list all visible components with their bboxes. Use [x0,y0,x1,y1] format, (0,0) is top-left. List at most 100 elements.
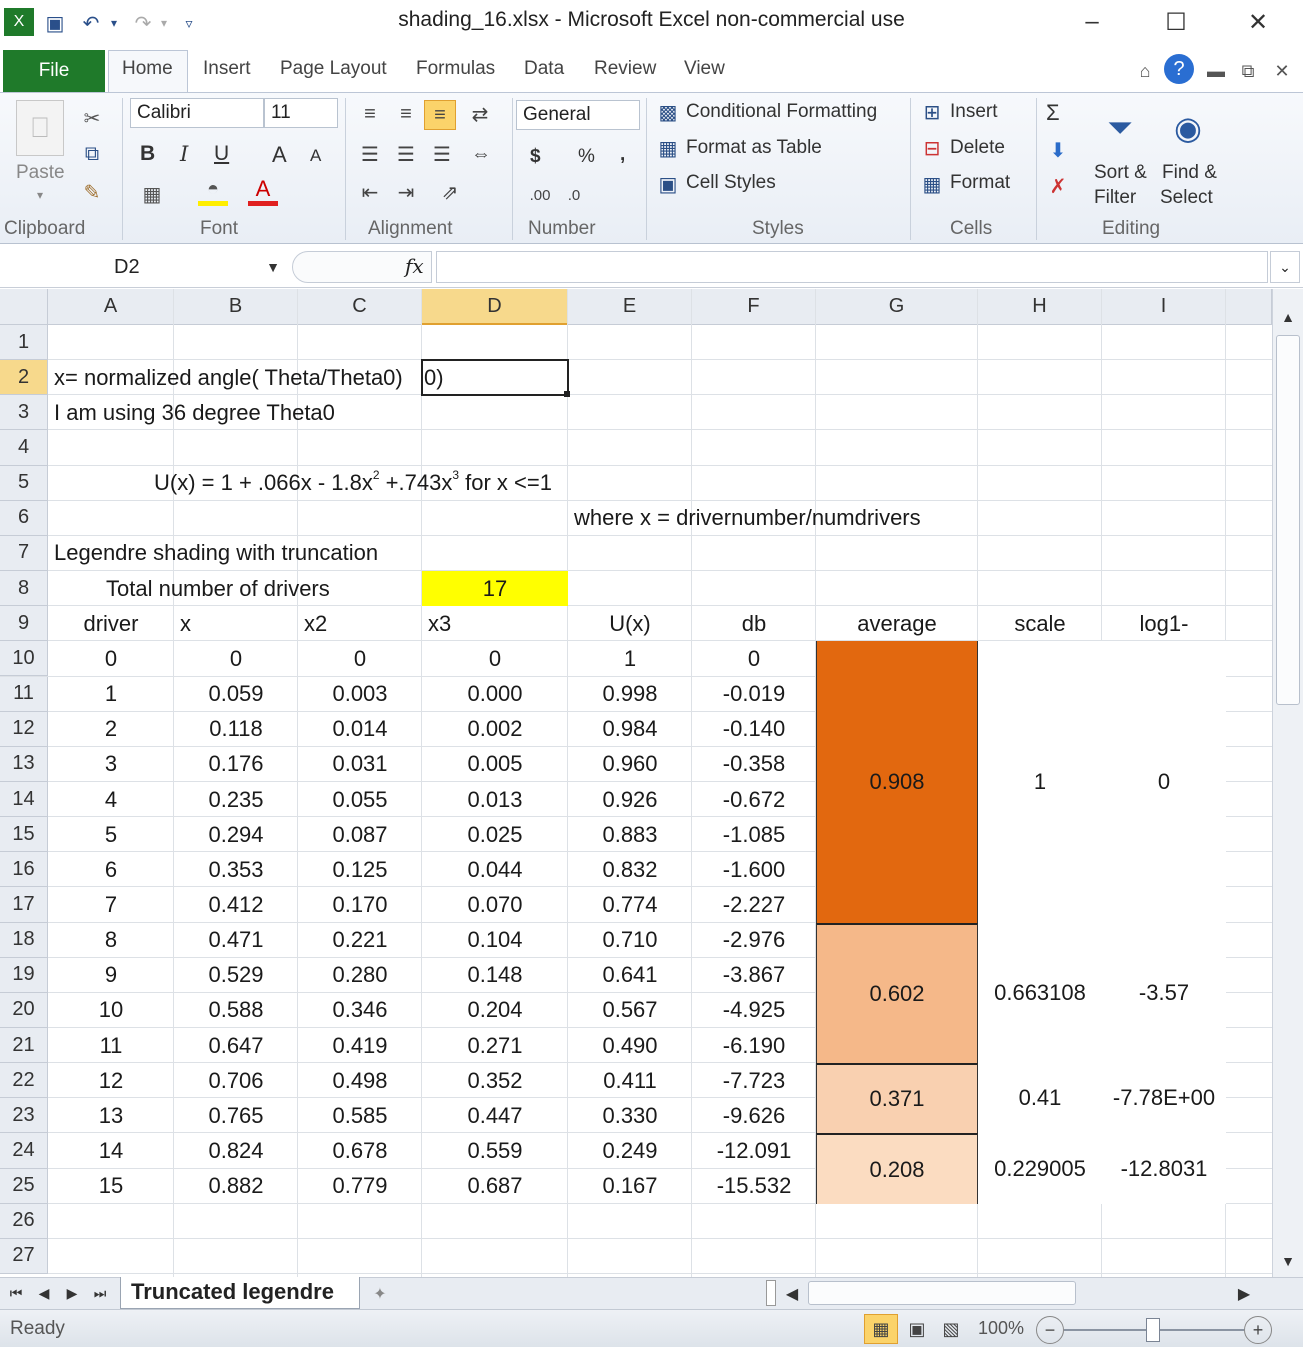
table-cell[interactable]: 0.641 [568,958,692,993]
table-cell[interactable]: 0.249 [568,1133,692,1168]
table-cell[interactable]: 0.125 [298,852,422,887]
column-header-a[interactable]: A [48,289,174,325]
table-cell[interactable]: 0.025 [422,817,568,852]
table-cell[interactable]: 10 [48,993,174,1028]
table-header[interactable]: db [692,606,816,641]
average-block[interactable]: 0.208 [816,1133,978,1204]
row-header-5[interactable]: 5 [0,465,48,501]
table-cell[interactable]: 0.353 [174,852,298,887]
table-cell[interactable]: 0.014 [298,712,422,747]
table-cell[interactable]: 2 [48,712,174,747]
cell-a7[interactable]: Legendre shading with truncation [48,536,378,571]
table-cell[interactable]: 0.687 [422,1169,568,1204]
table-cell[interactable]: 0.774 [568,887,692,922]
workbook-restore-icon[interactable]: ⧉ [1236,54,1260,88]
average-block[interactable]: 0.602 [816,922,978,1064]
table-cell[interactable]: 0.559 [422,1133,568,1168]
table-cell[interactable]: 0.490 [568,1028,692,1063]
table-cell[interactable]: 0 [422,641,568,676]
table-cell[interactable]: 0.002 [422,712,568,747]
format-painter-icon[interactable]: ✎ [78,178,106,206]
table-cell[interactable]: 0.779 [298,1169,422,1204]
table-cell[interactable]: -12.091 [692,1133,816,1168]
scroll-up-icon[interactable]: ▲ [1277,307,1299,327]
close-icon[interactable]: ✕ [1228,4,1288,40]
sort-filter-line1[interactable]: Sort & [1094,162,1147,184]
orientation-icon[interactable]: ⇗ [436,178,464,206]
table-cell[interactable]: -7.723 [692,1063,816,1098]
table-cell[interactable]: 6 [48,852,174,887]
table-cell[interactable]: 0.765 [174,1098,298,1133]
autosum-button[interactable]: Σ [1046,100,1060,126]
cell-a8[interactable]: Total number of drivers [48,571,330,606]
log-block[interactable]: 0 [1102,641,1226,923]
table-cell[interactable]: -0.140 [692,712,816,747]
row-header-16[interactable]: 16 [0,852,48,888]
table-header[interactable]: scale [978,606,1102,641]
sheet-tab-truncated-legendre[interactable]: Truncated legendre [120,1277,360,1309]
cell-styles-button[interactable]: Cell Styles [686,172,776,194]
scroll-right-icon[interactable]: ▶ [1232,1282,1256,1306]
insert-cells-button[interactable]: Insert [950,101,998,123]
table-cell[interactable]: 0.824 [174,1133,298,1168]
row-header-20[interactable]: 20 [0,992,48,1028]
column-header-i[interactable]: I [1102,289,1226,325]
column-header-d[interactable]: D [422,289,568,325]
table-cell[interactable]: 5 [48,817,174,852]
minimize-ribbon-icon[interactable]: ⌂ [1134,54,1156,88]
table-cell[interactable]: 0.059 [174,677,298,712]
next-sheet-icon[interactable]: ▶ [62,1282,82,1304]
table-cell[interactable]: 0.567 [568,993,692,1028]
decrease-decimal-icon[interactable]: .0 [560,182,588,208]
bold-button[interactable]: B [140,142,155,166]
copy-icon[interactable]: ⧉ [78,140,106,168]
table-cell[interactable]: 0.280 [298,958,422,993]
table-cell[interactable]: -0.672 [692,782,816,817]
zoom-out-icon[interactable]: − [1036,1316,1064,1344]
table-cell[interactable]: 0.031 [298,747,422,782]
fill-icon[interactable]: ⬇ [1044,136,1072,164]
formula-input[interactable] [436,251,1268,283]
table-cell[interactable]: -1.600 [692,852,816,887]
expand-formula-bar-icon[interactable]: ⌄ [1270,251,1300,283]
row-header-4[interactable]: 4 [0,430,48,466]
table-cell[interactable]: 0.498 [298,1063,422,1098]
scale-block[interactable]: 0.41 [978,1063,1102,1134]
table-cell[interactable]: 0.087 [298,817,422,852]
percent-button[interactable]: % [578,146,595,168]
row-header-18[interactable]: 18 [0,922,48,958]
find-select-line2[interactable]: Select [1160,187,1213,209]
scroll-left-icon[interactable]: ◀ [780,1282,804,1306]
minimize-icon[interactable]: – [1062,4,1122,40]
table-cell[interactable]: 0 [298,641,422,676]
cell-d2-overflow[interactable]: 0) [422,360,444,395]
vertical-scrollbar[interactable]: ▲ ▼ [1272,289,1303,1277]
table-cell[interactable]: -2.976 [692,923,816,958]
currency-button[interactable]: $ [530,146,541,168]
table-cell[interactable]: 0.529 [174,958,298,993]
name-box-dropdown-icon[interactable]: ▼ [262,256,284,278]
table-cell[interactable]: 1 [568,641,692,676]
tab-formulas[interactable]: Formulas [416,58,495,80]
prev-sheet-icon[interactable]: ◀ [34,1282,54,1304]
table-cell[interactable]: 0.710 [568,923,692,958]
scale-block[interactable]: 1 [978,641,1102,923]
table-cell[interactable]: 11 [48,1028,174,1063]
scale-block[interactable]: 0.663108 [978,922,1102,1064]
table-cell[interactable]: 0.471 [174,923,298,958]
tab-home[interactable]: Home [122,58,173,80]
row-header-19[interactable]: 19 [0,957,48,993]
table-header[interactable]: log1- [1102,606,1226,641]
increase-indent-icon[interactable]: ⇥ [392,178,420,206]
table-cell[interactable]: 0.271 [422,1028,568,1063]
fill-handle[interactable] [564,391,570,398]
table-cell[interactable]: -0.358 [692,747,816,782]
row-header-27[interactable]: 27 [0,1238,48,1275]
table-cell[interactable]: 0.221 [298,923,422,958]
table-cell[interactable]: 0.118 [174,712,298,747]
table-cell[interactable]: 0.170 [298,887,422,922]
wrap-text-icon[interactable]: ⇄ [466,100,494,128]
italic-button[interactable]: I [180,142,188,166]
find-select-line1[interactable]: Find & [1162,162,1217,184]
column-header-e[interactable]: E [568,289,692,325]
